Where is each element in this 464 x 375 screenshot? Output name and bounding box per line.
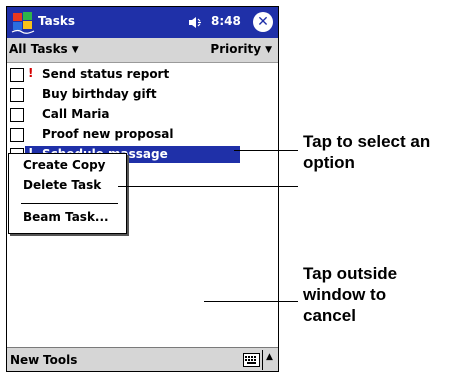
start-menu-flag-icon[interactable] bbox=[10, 10, 36, 35]
sort-dropdown[interactable]: Priority ▼ bbox=[210, 42, 272, 56]
speaker-icon[interactable] bbox=[188, 16, 204, 29]
callout-leader-line bbox=[234, 150, 298, 151]
callout-line: window to bbox=[303, 285, 387, 304]
callout-tap-outside: Tap outside window to cancel bbox=[303, 263, 397, 326]
menu-divider bbox=[21, 203, 118, 204]
category-filter-label: All Tasks bbox=[9, 42, 68, 56]
task-checkbox[interactable] bbox=[10, 128, 24, 142]
task-checkbox[interactable] bbox=[10, 108, 24, 122]
task-name: Send status report bbox=[42, 67, 170, 81]
title-bar: Tasks 8:48 ✕ bbox=[7, 7, 278, 38]
input-panel-arrow-icon[interactable]: ▲ bbox=[266, 352, 273, 362]
callout-line: option bbox=[303, 153, 355, 172]
task-row[interactable]: Proof new proposal bbox=[7, 125, 278, 145]
menu-item-create-copy[interactable]: Create Copy bbox=[23, 158, 105, 172]
callout-tap-select: Tap to select an option bbox=[303, 131, 430, 173]
callout-leader-line bbox=[204, 301, 298, 302]
task-checkbox[interactable] bbox=[10, 68, 24, 82]
task-name: Proof new proposal bbox=[42, 127, 174, 141]
callout-leader-line bbox=[118, 186, 298, 187]
sort-label: Priority bbox=[210, 42, 262, 56]
task-row[interactable]: Buy birthday gift bbox=[7, 85, 278, 105]
divider bbox=[262, 350, 263, 370]
pocket-pc-screen: Tasks 8:48 ✕ All Tasks ▼ Priority ▼ ! Send… bbox=[6, 6, 279, 372]
category-filter-dropdown[interactable]: All Tasks ▼ bbox=[9, 42, 79, 56]
task-row[interactable]: ! Send status report bbox=[7, 65, 278, 85]
menu-bar: New Tools ▲ bbox=[7, 347, 278, 371]
callout-line: Tap outside bbox=[303, 264, 398, 283]
menu-item-beam-task[interactable]: Beam Task... bbox=[23, 210, 109, 224]
app-title: Tasks bbox=[38, 14, 76, 28]
chevron-down-icon: ▼ bbox=[265, 45, 272, 55]
task-name: Buy birthday gift bbox=[42, 87, 157, 101]
keyboard-icon[interactable] bbox=[243, 353, 260, 367]
filter-sort-bar: All Tasks ▼ Priority ▼ bbox=[7, 38, 278, 63]
task-name: Call Maria bbox=[42, 107, 110, 121]
new-menu[interactable]: New bbox=[10, 353, 39, 367]
callout-line: cancel bbox=[303, 306, 356, 325]
close-button[interactable]: ✕ bbox=[253, 12, 273, 32]
task-row[interactable]: Call Maria bbox=[7, 105, 278, 125]
high-priority-icon: ! bbox=[28, 66, 34, 80]
context-menu: Create Copy Delete Task Beam Task... bbox=[8, 153, 127, 234]
close-icon: ✕ bbox=[257, 14, 269, 30]
clock[interactable]: 8:48 bbox=[211, 14, 241, 28]
menu-item-delete-task[interactable]: Delete Task bbox=[23, 178, 101, 192]
tools-menu[interactable]: Tools bbox=[43, 353, 77, 367]
task-checkbox[interactable] bbox=[10, 88, 24, 102]
chevron-down-icon: ▼ bbox=[71, 45, 79, 55]
callout-line: Tap to select an bbox=[303, 132, 431, 151]
